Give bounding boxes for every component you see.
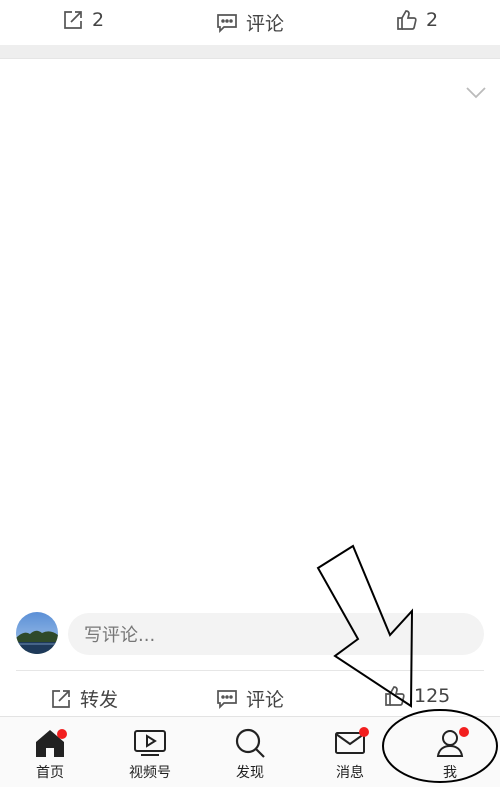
avatar-image bbox=[16, 612, 58, 654]
comment-placeholder: 写评论... bbox=[84, 625, 156, 646]
comment-label: 评论 bbox=[246, 689, 285, 711]
divider-line bbox=[0, 58, 500, 59]
thumbs-up-icon bbox=[397, 10, 417, 30]
top-share-count: 2 bbox=[92, 9, 105, 31]
section-divider bbox=[0, 45, 500, 58]
repost-button[interactable]: 转发 bbox=[50, 685, 118, 712]
comment-icon bbox=[217, 13, 237, 33]
tab-me-label: 我 bbox=[443, 765, 457, 781]
comment-row: 写评论... bbox=[0, 612, 500, 656]
comment-button[interactable]: 评论 bbox=[216, 685, 284, 712]
search-icon bbox=[235, 728, 265, 758]
share-icon bbox=[52, 689, 70, 708]
share-icon bbox=[64, 11, 82, 29]
tab-video[interactable]: 视频号 bbox=[115, 727, 185, 782]
annotation-overlay bbox=[316, 544, 498, 783]
tab-video-label: 视频号 bbox=[129, 765, 171, 781]
notification-badge bbox=[359, 727, 369, 737]
thumbs-up-icon bbox=[385, 686, 405, 706]
tab-messages-label: 消息 bbox=[336, 765, 364, 781]
tab-home[interactable]: 首页 bbox=[15, 727, 85, 782]
like-button[interactable]: 125 bbox=[384, 685, 450, 707]
notification-badge bbox=[57, 729, 67, 739]
top-like-count: 2 bbox=[426, 9, 439, 31]
tab-home-label: 首页 bbox=[36, 765, 64, 781]
bottom-tab-bar: 首页 视频号 发现 消息 我 bbox=[0, 717, 500, 787]
top-comment-button[interactable]: 评论 bbox=[216, 9, 284, 36]
tab-me[interactable]: 我 bbox=[415, 727, 485, 782]
comment-icon bbox=[217, 689, 237, 709]
video-icon bbox=[134, 730, 166, 756]
repost-label: 转发 bbox=[80, 689, 119, 711]
notification-badge bbox=[459, 727, 469, 737]
like-count: 125 bbox=[414, 685, 451, 707]
comment-input[interactable]: 写评论... bbox=[68, 613, 484, 655]
top-share-button[interactable]: 2 bbox=[62, 9, 104, 31]
bottom-action-bar: 转发 评论 125 bbox=[0, 676, 500, 720]
tab-discover[interactable]: 发现 bbox=[215, 727, 285, 782]
top-comment-label: 评论 bbox=[246, 13, 285, 35]
top-like-button[interactable]: 2 bbox=[396, 9, 438, 31]
top-action-bar: 2 评论 2 bbox=[0, 0, 500, 44]
tab-discover-label: 发现 bbox=[236, 765, 264, 781]
chevron-down-icon[interactable] bbox=[465, 86, 487, 100]
tab-messages[interactable]: 消息 bbox=[315, 727, 385, 782]
avatar[interactable] bbox=[16, 612, 58, 654]
divider-line bbox=[16, 670, 484, 671]
